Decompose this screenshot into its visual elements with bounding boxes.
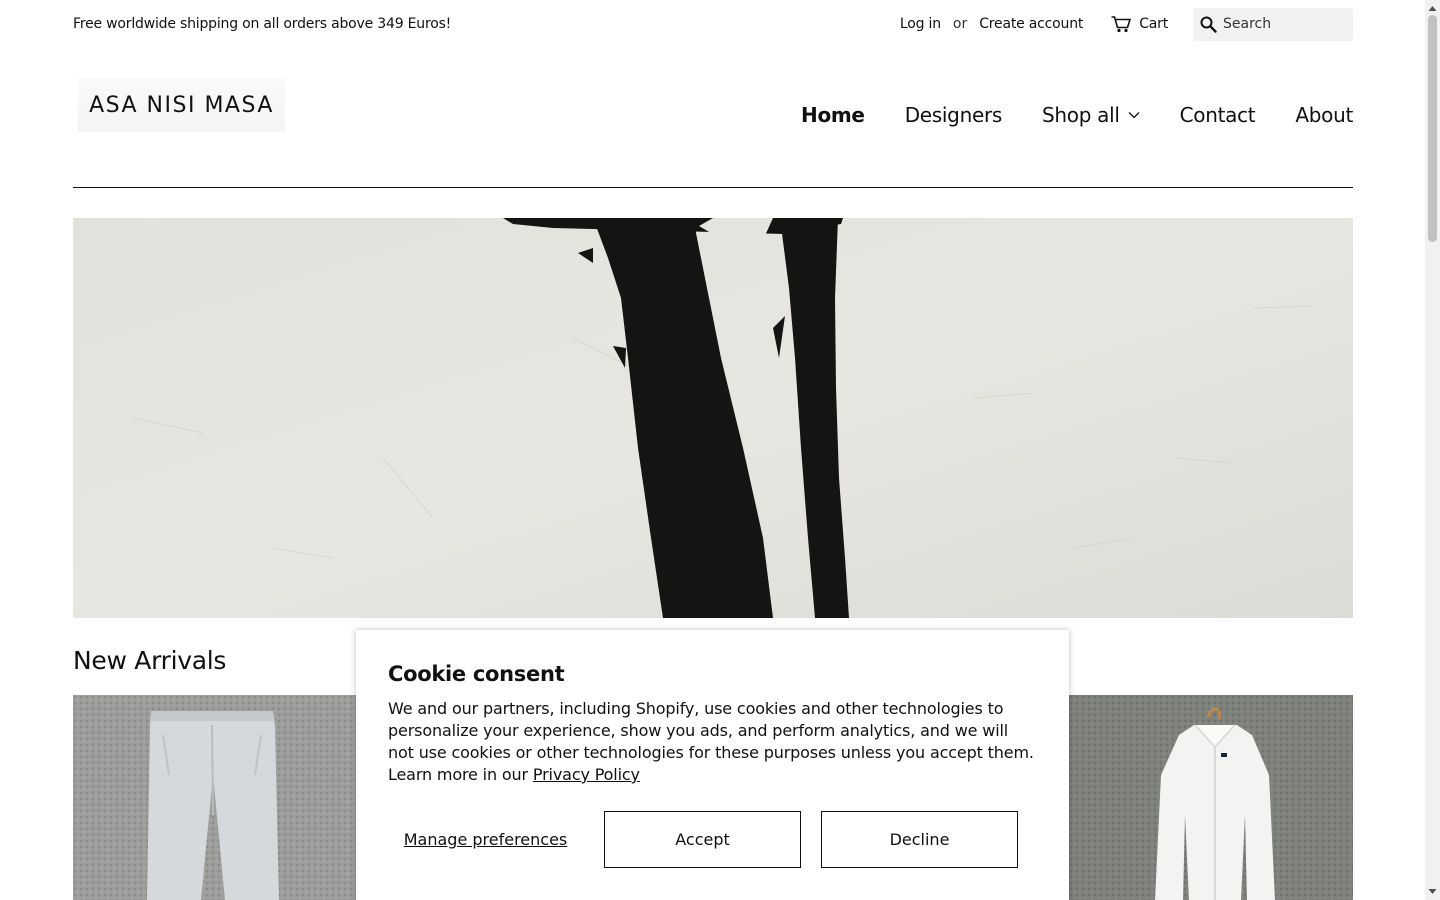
search-icon[interactable] <box>1200 16 1217 33</box>
nav-designers[interactable]: Designers <box>905 103 1003 127</box>
cookie-consent-dialog: Cookie consent We and our partners, incl… <box>356 630 1069 900</box>
section-title: New Arrivals <box>73 646 227 675</box>
search-input[interactable] <box>1223 16 1343 32</box>
product-card-image[interactable] <box>1069 695 1353 900</box>
privacy-policy-link[interactable]: Privacy Policy <box>533 765 640 784</box>
cart-label: Cart <box>1139 16 1168 32</box>
account-links: Log in or Create account <box>900 16 1084 32</box>
scroll-down-arrow-icon[interactable] <box>1428 887 1437 896</box>
accept-button[interactable]: Accept <box>604 811 801 868</box>
product-image-shirt <box>1069 695 1353 900</box>
site-header: ASA NISI MASA Home Designers Shop all Co… <box>73 78 1353 188</box>
manage-preferences-button[interactable]: Manage preferences <box>388 829 583 850</box>
cookie-body: We and our partners, including Shopify, … <box>388 698 1038 786</box>
nav-about[interactable]: About <box>1295 103 1353 127</box>
nav-contact[interactable]: Contact <box>1180 103 1256 127</box>
announcement-bar: Free worldwide shipping on all orders ab… <box>73 0 1353 48</box>
shipping-announcement: Free worldwide shipping on all orders ab… <box>73 16 452 32</box>
login-link[interactable]: Log in <box>900 16 941 32</box>
cookie-body-text: We and our partners, including Shopify, … <box>388 699 1034 784</box>
product-image-trousers <box>73 695 356 900</box>
or-text: or <box>952 16 968 32</box>
page-scrollbar[interactable] <box>1425 0 1440 900</box>
cookie-title: Cookie consent <box>388 662 565 686</box>
nav-shop-all[interactable]: Shop all <box>1042 103 1140 127</box>
nav-home[interactable]: Home <box>801 103 865 127</box>
product-card-image[interactable] <box>73 695 356 900</box>
create-account-link[interactable]: Create account <box>979 16 1083 32</box>
hero-artwork <box>73 218 1353 618</box>
chevron-down-icon <box>1128 112 1140 119</box>
scrollbar-thumb[interactable] <box>1428 15 1437 242</box>
main-nav: Home Designers Shop all Contact About <box>761 103 1353 127</box>
nav-shop-all-label: Shop all <box>1042 103 1120 127</box>
hero-banner-image <box>73 218 1353 618</box>
logo-text: ASA NISI MASA <box>89 92 274 118</box>
cookie-actions: Manage preferences Accept Decline <box>388 811 1018 868</box>
store-logo[interactable]: ASA NISI MASA <box>78 78 285 132</box>
decline-button[interactable]: Decline <box>821 811 1018 868</box>
cart-icon <box>1111 15 1132 32</box>
search-box <box>1193 7 1353 41</box>
account-tools: Log in or Create account Cart <box>900 7 1353 41</box>
scroll-up-arrow-icon[interactable] <box>1428 4 1437 13</box>
cart-link[interactable]: Cart <box>1111 15 1168 33</box>
